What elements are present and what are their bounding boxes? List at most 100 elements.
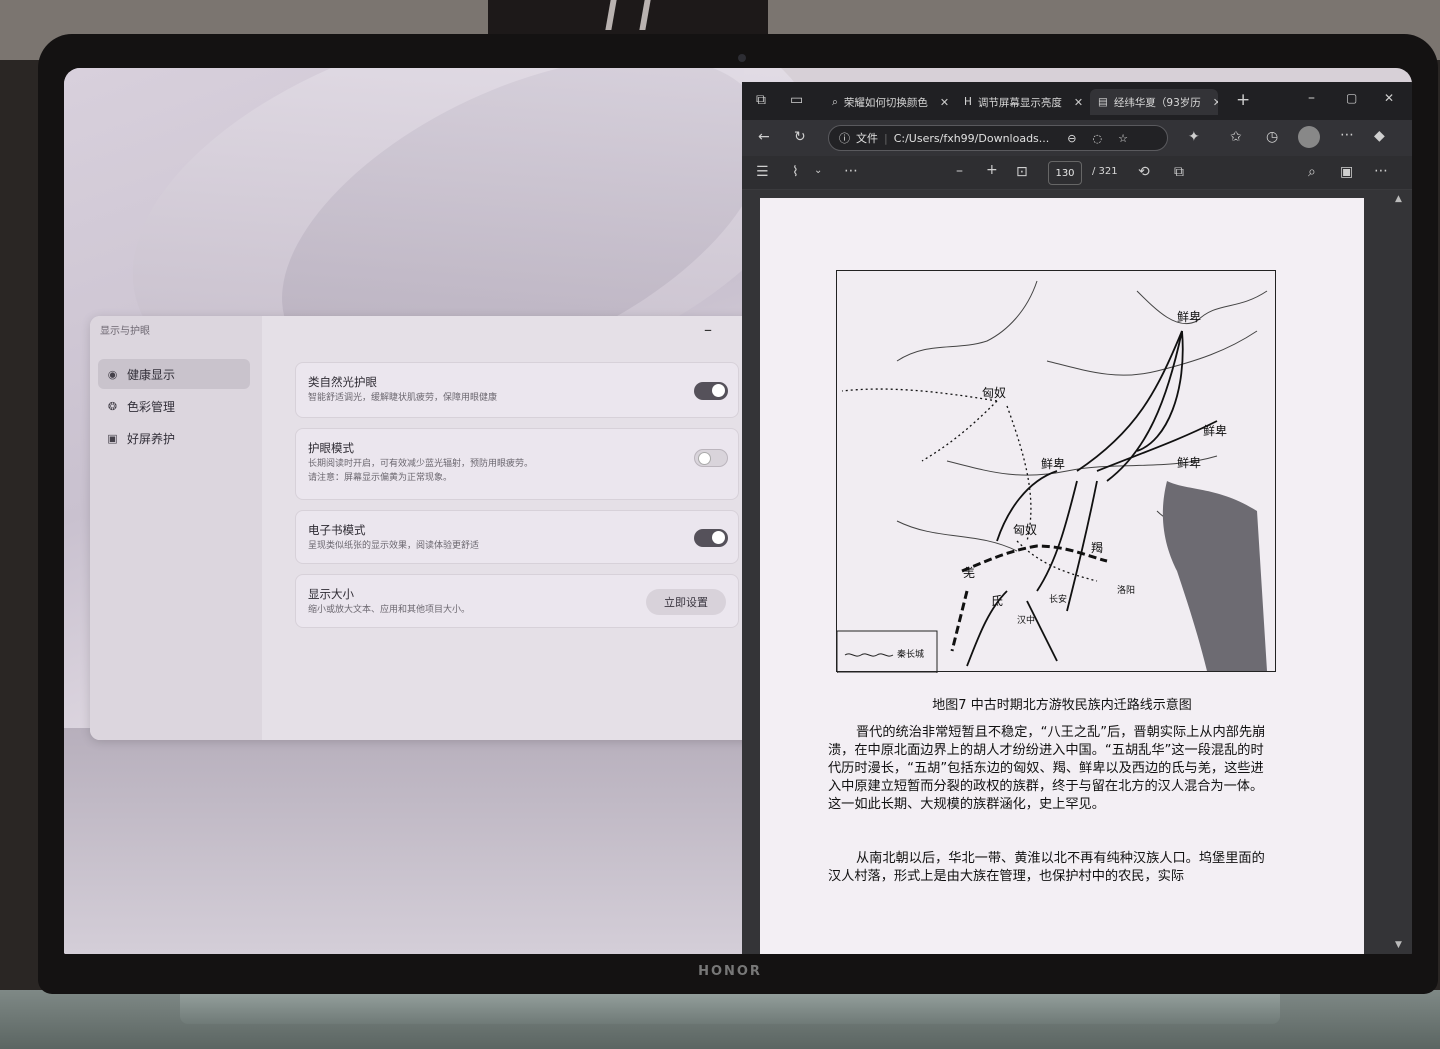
nav-label: 色彩管理	[127, 399, 176, 414]
info-icon: ⓘ	[839, 132, 850, 145]
screen-care-icon: ▣	[107, 431, 118, 445]
brand-logo: HONOR	[698, 964, 762, 979]
card-desc-note: 请注意：屏幕显示偏黄为正常现象。	[308, 473, 453, 483]
history-icon[interactable]: ◷	[1266, 129, 1278, 145]
map-label: 羌	[963, 566, 975, 580]
copilot-icon[interactable]: ◆	[1374, 128, 1385, 144]
favorites-icon[interactable]: ✩	[1230, 129, 1242, 145]
highlight-icon[interactable]: ⌇	[792, 164, 799, 180]
card-desc: 呈现类似纸张的显示效果，阅读体验更舒适	[308, 541, 480, 551]
site-icon: H	[964, 96, 972, 108]
webcam	[738, 54, 746, 62]
map-label: 氐	[991, 594, 1003, 608]
tab-actions-icon[interactable]: ▭	[790, 92, 803, 108]
map-label: 汉中	[1017, 614, 1035, 626]
refresh-icon[interactable]: ↻	[794, 129, 806, 145]
avatar[interactable]	[1298, 126, 1320, 148]
card-title: 护眼模式	[308, 441, 354, 455]
back-icon[interactable]: ←	[758, 129, 770, 145]
window-minimize-icon[interactable]: –	[1308, 90, 1315, 106]
tab-title: 荣耀如何切换颜色	[843, 96, 928, 109]
scroll-up-icon[interactable]: ▲	[1395, 194, 1402, 204]
map-label: 鲜卑	[1177, 455, 1201, 470]
zoom-in-button[interactable]: +	[986, 162, 998, 178]
tab-3-active[interactable]: ▤ 经纬华夏（93岁历 ✕	[1090, 89, 1218, 115]
zoom-out-button[interactable]: –	[956, 163, 963, 179]
card-desc: 缩小或放大文本、应用和其他项目大小。	[308, 605, 471, 615]
ebook-mode-toggle[interactable]	[694, 529, 728, 547]
search-icon[interactable]: ⌕	[1308, 164, 1316, 180]
window-maximize-icon[interactable]: ▢	[1346, 91, 1357, 105]
tab-2[interactable]: H 调节屏幕显示亮度 ✕	[956, 89, 1088, 115]
map-label: 匈奴	[982, 386, 1006, 400]
natural-light-toggle[interactable]	[694, 382, 728, 400]
nav-item-health-display[interactable]: ◉ 健康显示	[98, 359, 250, 389]
workspaces-icon[interactable]: ⧉	[756, 92, 766, 108]
page-view-icon[interactable]: ⧉	[1174, 164, 1184, 180]
map-label: 长安	[1049, 593, 1067, 605]
chevron-down-icon[interactable]: ⌄	[814, 165, 822, 176]
minimize-button[interactable]: –	[704, 320, 712, 339]
map-label: 鲜卑	[1177, 309, 1201, 324]
read-aloud-icon[interactable]: ◌	[1093, 132, 1103, 145]
settings-sidebar: 显示与护眼 ◉ 健康显示 ❂ 色彩管理 ▣ 好屏养护	[90, 316, 262, 740]
address-bar-row: ← ↻ ⓘ 文件 | C:/Users/fxh99/Downloads... ⊖…	[742, 120, 1412, 156]
extensions-icon[interactable]: ✦	[1188, 129, 1200, 145]
tab-title: 调节屏幕显示亮度	[977, 96, 1062, 109]
nav-label: 健康显示	[127, 367, 176, 382]
map-legend-label: 秦长城	[897, 648, 924, 660]
rotate-icon[interactable]: ⟲	[1138, 164, 1150, 180]
url-text: C:/Users/fxh99/Downloads...	[893, 131, 1050, 145]
card-ebook-mode: 电子书模式 呈现类似纸张的显示效果，阅读体验更舒适	[295, 510, 739, 564]
pdf-viewer[interactable]: ▲ ▼ 鲜卑 匈奴 鲜卑 鲜卑 鲜卑 匈奴 羯 羌 氐 长安 洛阳 汉中 秦长城…	[742, 190, 1412, 954]
map-svg: 鲜卑 匈奴 鲜卑 鲜卑 鲜卑 匈奴 羯 羌 氐 长安 洛阳 汉中 秦长城	[836, 280, 1268, 674]
map-label: 鲜卑	[1041, 456, 1065, 471]
card-eye-comfort: 护眼模式 长期阅读时开启，可有效减少蓝光辐射，预防用眼疲劳。 请注意：屏幕显示偏…	[295, 428, 739, 500]
window-title: 显示与护眼	[100, 326, 150, 337]
paragraph-1: 晋代的统治非常短暂且不稳定，“八王之乱”后，晋朝实际上从内部先崩溃，在中原北面边…	[828, 725, 1266, 812]
table-of-contents-icon[interactable]: ☰	[756, 164, 769, 180]
scroll-down-icon[interactable]: ▼	[1395, 940, 1402, 950]
tab-bar: ⧉ ▭ ⌕ 荣耀如何切换颜色 ✕ H 调节屏幕显示亮度 ✕ ▤ 经纬华夏（93岁…	[742, 82, 1412, 120]
eye-comfort-toggle[interactable]	[694, 449, 728, 467]
favorite-star-icon[interactable]: ☆	[1118, 132, 1128, 145]
tab-title: 经纬华夏（93岁历	[1113, 96, 1201, 109]
page-count: / 321	[1092, 166, 1118, 177]
display-size-set-button[interactable]: 立即设置	[646, 589, 726, 615]
map-label: 鲜卑	[1203, 423, 1227, 438]
card-natural-light: 类自然光护眼 智能舒适调光，缓解睫状肌疲劳，保障用眼健康	[295, 362, 739, 418]
nav-item-screen-care[interactable]: ▣ 好屏养护	[98, 423, 250, 453]
close-icon[interactable]: ✕	[1213, 96, 1218, 109]
map-label: 洛阳	[1117, 584, 1135, 596]
search-icon: ⌕	[832, 95, 838, 108]
card-title: 显示大小	[308, 587, 354, 601]
pdf-icon: ▤	[1098, 96, 1108, 108]
pdf-more-icon[interactable]: ⋯	[1374, 163, 1388, 179]
pdf-page: 鲜卑 匈奴 鲜卑 鲜卑 鲜卑 匈奴 羯 羌 氐 长安 洛阳 汉中 秦长城 地图7…	[760, 198, 1364, 954]
nav-item-color-management[interactable]: ❂ 色彩管理	[98, 391, 250, 421]
display-settings-window: 显示与护眼 ◉ 健康显示 ❂ 色彩管理 ▣ 好屏养护 – ✕ 类自然光护眼 智能…	[90, 316, 770, 740]
palette-icon: ❂	[107, 399, 118, 413]
close-icon[interactable]: ✕	[1074, 96, 1083, 109]
tab-1[interactable]: ⌕ 荣耀如何切换颜色 ✕	[824, 89, 952, 115]
card-title: 电子书模式	[308, 523, 366, 537]
window-close-icon[interactable]: ✕	[1384, 91, 1394, 105]
map-label: 羯	[1091, 540, 1103, 555]
eye-icon: ◉	[107, 367, 118, 381]
scheme-label: 文件	[856, 132, 878, 145]
zoom-out-icon[interactable]: ⊖	[1067, 132, 1076, 145]
nav-label: 好屏养护	[127, 431, 176, 446]
more-menu-icon[interactable]: ⋯	[1340, 127, 1354, 143]
browser-window: ⧉ ▭ ⌕ 荣耀如何切换颜色 ✕ H 调节屏幕显示亮度 ✕ ▤ 经纬华夏（93岁…	[742, 82, 1412, 954]
map-label: 匈奴	[1013, 523, 1037, 537]
close-icon[interactable]: ✕	[940, 96, 949, 109]
fit-page-icon[interactable]: ⊡	[1016, 164, 1028, 180]
page-number-input[interactable]: 130	[1048, 161, 1082, 185]
card-desc: 智能舒适调光，缓解睫状肌疲劳，保障用眼健康	[308, 393, 498, 403]
save-icon[interactable]: ▣	[1340, 164, 1353, 180]
more-tools-icon[interactable]: ⋯	[844, 163, 858, 179]
new-tab-icon[interactable]: +	[1236, 90, 1250, 110]
paragraph-2: 从南北朝以后，华北一带、黄淮以北不再有纯种汉族人口。坞堡里面的汉人村落，形式上是…	[828, 851, 1265, 884]
card-title: 类自然光护眼	[308, 375, 377, 389]
address-bar[interactable]: ⓘ 文件 | C:/Users/fxh99/Downloads... ⊖ ◌ ☆	[828, 125, 1168, 151]
